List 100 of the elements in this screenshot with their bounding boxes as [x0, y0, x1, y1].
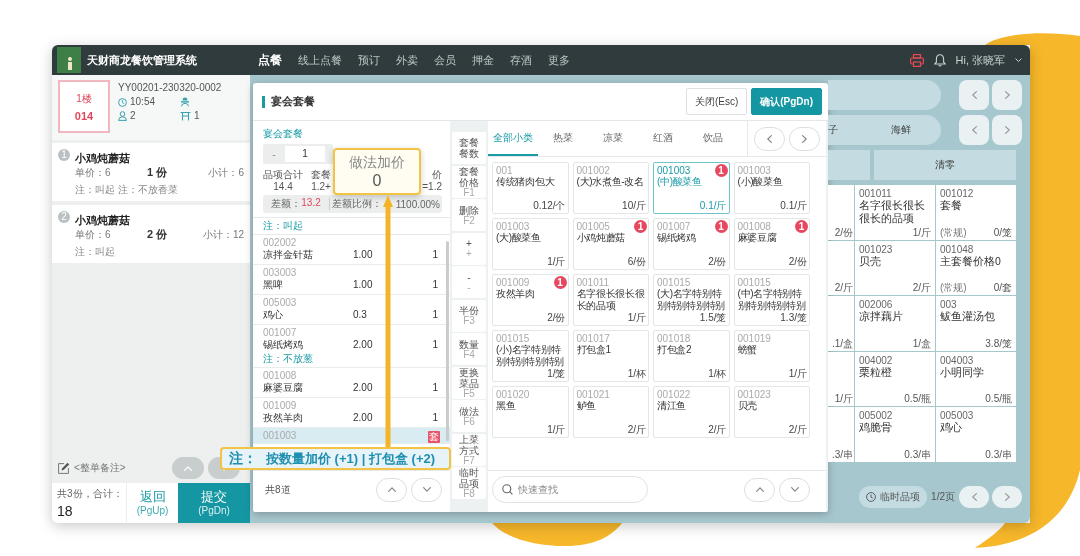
- dish-name: 孜然羊肉: [263, 411, 304, 425]
- bell-icon[interactable]: [933, 53, 946, 67]
- caret-icon[interactable]: [1015, 58, 1022, 62]
- scrollbar[interactable]: [446, 241, 449, 441]
- prev-button[interactable]: [959, 486, 989, 508]
- dish-card[interactable]: 001007 锡纸烤鸡 2/份 1: [653, 218, 730, 270]
- category-tab[interactable]: 凉菜: [588, 121, 638, 156]
- dish-card[interactable]: 001015 (大)名字特别特别特别特别特别 1.5/笼: [653, 274, 730, 326]
- nav-tab[interactable]: 点餐: [250, 45, 290, 75]
- menu-tile[interactable]: 002006 凉拌藕片 1/盒: [855, 296, 935, 351]
- prev-button[interactable]: [754, 126, 785, 151]
- nav-tab[interactable]: 会员: [426, 45, 464, 75]
- dish-card[interactable]: 001019 螃蟹 1/斤: [733, 330, 810, 382]
- action-button[interactable]: [828, 150, 870, 180]
- menu-tile[interactable]: .1/盒: [828, 296, 854, 351]
- category-tab[interactable]: 红酒: [638, 121, 688, 156]
- nav-tab[interactable]: 外卖: [388, 45, 426, 75]
- dish-card[interactable]: 001003 (中)酸菜鱼 0.1/斤 1: [653, 162, 730, 214]
- menu-tile[interactable]: 001048 主套餐价格0 (常规) 0/套: [936, 240, 1016, 295]
- table-tile[interactable]: 1楼 014: [58, 80, 110, 133]
- dish-name: 锡纸烤鸡: [657, 232, 697, 244]
- dish-card[interactable]: 001 传统猪肉包大 0.12/个: [492, 162, 569, 214]
- clear-button[interactable]: 清零: [874, 150, 1016, 180]
- next-button[interactable]: [992, 80, 1022, 110]
- action-button[interactable]: 半份 F3: [452, 299, 486, 332]
- dish-price: 3.8/笼: [985, 337, 1012, 349]
- user-greeting[interactable]: Hi, 张晓军: [955, 52, 1005, 68]
- dish-card[interactable]: 001023 贝壳 2/斤: [733, 386, 810, 438]
- action-button[interactable]: 数量 F4: [452, 333, 486, 365]
- dish-card[interactable]: 001022 清江鱼 2/斤: [653, 386, 730, 438]
- menu-tile[interactable]: 004003 小明同学 0.5/瓶: [936, 351, 1016, 406]
- category-tab[interactable]: 全部小类: [488, 121, 538, 156]
- menu-tile[interactable]: 1/斤: [828, 351, 854, 406]
- menu-tile[interactable]: 001023 贝壳 2/斤: [855, 240, 935, 295]
- order-remark[interactable]: <整单备注>: [74, 461, 126, 475]
- dish-card[interactable]: 001005 小鸡炖蘑菇 6/份 1: [572, 218, 649, 270]
- menu-tile[interactable]: 001012 套餐 (常规) 0/笼: [936, 185, 1016, 240]
- action-button[interactable]: 临时品项 F8: [452, 467, 486, 499]
- next-button[interactable]: [992, 115, 1022, 145]
- scroll-up-button[interactable]: [172, 457, 204, 479]
- page-up-button[interactable]: [744, 477, 775, 502]
- action-button[interactable]: 更换菜品 F5: [452, 366, 486, 399]
- action-button[interactable]: - -: [452, 266, 486, 298]
- prev-button[interactable]: [959, 80, 989, 110]
- menu-tile[interactable]: 2/斤: [828, 240, 854, 295]
- temp-item-button[interactable]: 临时品项: [859, 486, 928, 508]
- menu-tile[interactable]: 005003 鸡心 0.3/串: [936, 407, 1016, 462]
- action-button[interactable]: 套餐餐数: [452, 132, 486, 164]
- confirm-button[interactable]: 确认(PgDn): [751, 88, 822, 115]
- dish-card[interactable]: 001002 (大)水煮鱼-改名 10/斤: [572, 162, 649, 214]
- menu-tile[interactable]: 004002 栗粒橙 0.5/瓶: [855, 351, 935, 406]
- dish-price: 2/份: [834, 226, 853, 238]
- dish-card[interactable]: 001011 名字很长很长很长的品项 1/斤: [572, 274, 649, 326]
- edit-icon[interactable]: [58, 462, 70, 474]
- dish-card[interactable]: 001003 (小)酸菜鱼 0.1/斤: [733, 162, 810, 214]
- menu-tile[interactable]: .3/串: [828, 407, 854, 462]
- quantity-field[interactable]: 1: [285, 146, 325, 162]
- dish-card[interactable]: 001008 麻婆豆腐 2/份 1: [733, 218, 810, 270]
- action-button[interactable]: 做法 F6: [452, 400, 486, 432]
- nav-tab[interactable]: 预订: [350, 45, 388, 75]
- menu-tile[interactable]: 003 鲅鱼灌汤包 3.8/笼: [936, 296, 1016, 351]
- dish-card[interactable]: 001015 (中)名字特别特别特别特别特别 1.3/笼: [733, 274, 810, 326]
- menu-tile[interactable]: 001011 名字很长很长很长的品项 1/斤: [855, 185, 935, 240]
- action-button[interactable]: 删除 F2: [452, 199, 486, 231]
- prev-button[interactable]: [959, 115, 989, 145]
- chevron-right-icon: [802, 134, 807, 143]
- dish-card[interactable]: 001009 孜然羊肉 2/份 1: [492, 274, 569, 326]
- printer-icon[interactable]: [909, 53, 924, 67]
- action-button[interactable]: + +: [452, 232, 486, 265]
- dish-card[interactable]: 001015 (小)名字特别特别特别特别特别 1/笼: [492, 330, 569, 382]
- nav-tab[interactable]: 更多: [540, 45, 578, 75]
- page-up-button[interactable]: [376, 477, 407, 502]
- nav-tab[interactable]: 存酒: [502, 45, 540, 75]
- order-item[interactable]: 2 小鸡炖蘑菇 单价：6 2 份 小计：12 注：叫起: [52, 205, 250, 263]
- quantity-stepper[interactable]: - 1: [263, 144, 333, 164]
- dish-card[interactable]: 001017 打包盒1 1/杯: [572, 330, 649, 382]
- search-input[interactable]: 快速查找: [518, 484, 628, 495]
- nav-tab[interactable]: 押金: [464, 45, 502, 75]
- page-down-button[interactable]: [411, 477, 442, 502]
- menu-tile[interactable]: 005002 鸡脆骨 0.3/串: [855, 407, 935, 462]
- next-button[interactable]: [789, 126, 820, 151]
- action-button[interactable]: 套餐价格 F1: [452, 165, 486, 198]
- category-tab[interactable]: 热菜: [538, 121, 588, 156]
- dish-card[interactable]: 001018 打包盒2 1/杯: [653, 330, 730, 382]
- page-down-button[interactable]: [779, 477, 810, 502]
- total-value: 1.2+: [311, 181, 331, 193]
- category-item[interactable]: 海鲜: [891, 123, 911, 137]
- package-row[interactable]: 001003 套: [253, 428, 450, 444]
- category-tab[interactable]: 饮品: [688, 121, 738, 156]
- dish-card[interactable]: 001021 鲈鱼 2/斤: [572, 386, 649, 438]
- close-button[interactable]: 关闭(Esc): [685, 88, 748, 115]
- dish-card[interactable]: 001003 (大)酸菜鱼 1/斤: [492, 218, 569, 270]
- nav-tab[interactable]: 线上点餐: [290, 45, 350, 75]
- submit-button[interactable]: 提交 (PgDn): [178, 483, 250, 523]
- dish-card[interactable]: 001020 黑鱼 1/斤: [492, 386, 569, 438]
- category-item[interactable]: 子: [828, 123, 838, 137]
- order-item[interactable]: 1 小鸡炖蘑菇 单价：6 1 份 小计：6 注：叫起 注：不放香菜: [52, 143, 250, 201]
- next-button[interactable]: [992, 486, 1022, 508]
- menu-tile[interactable]: 2/份: [828, 185, 854, 240]
- action-button[interactable]: 上菜方式 F7: [452, 433, 486, 466]
